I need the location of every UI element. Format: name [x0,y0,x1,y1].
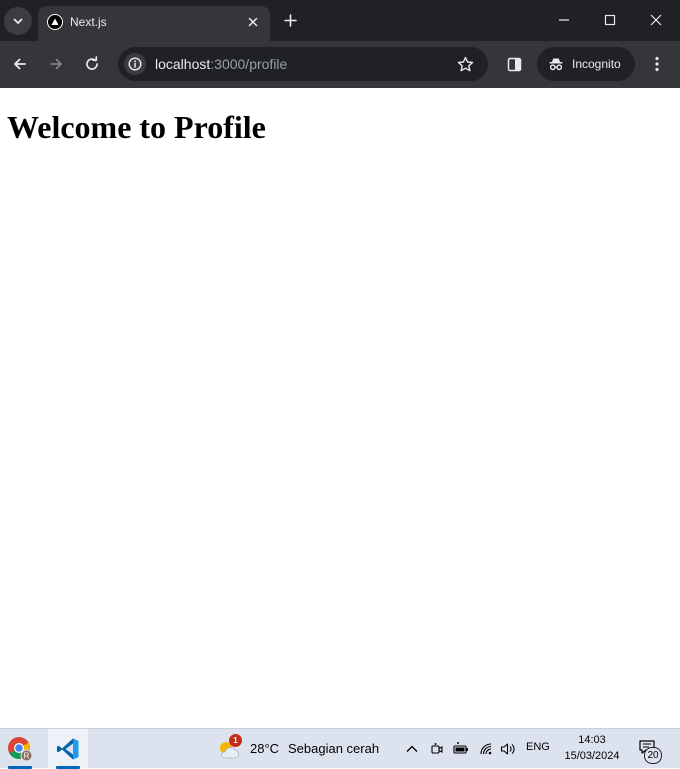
maximize-window-button[interactable] [598,8,622,32]
volume-tray-button[interactable] [499,740,517,758]
incognito-label: Incognito [572,57,621,71]
input-language-indicator[interactable]: ENG [526,741,550,753]
url-text: localhost:3000/profile [155,56,287,72]
arrow-left-icon [14,58,26,70]
close-icon [248,17,258,27]
reload-button[interactable] [81,53,103,75]
network-tray-button[interactable] [477,740,495,758]
camera-tray-button[interactable] [428,740,446,758]
url-path: :3000/profile [210,56,288,72]
minimize-window-button[interactable] [552,8,576,32]
new-tab-button[interactable] [280,10,300,30]
page-viewport: Welcome to Profile [0,88,680,728]
browser-menu-button[interactable] [647,53,667,75]
windows-taskbar: R 1 28°C Sebagian cerah ENG 14:03 15/03/… [0,728,680,769]
system-clock[interactable]: 14:03 15/03/2024 [556,732,628,764]
browser-toolbar: localhost:3000/profile Incognito [0,41,680,88]
vscode-app-icon [57,738,79,760]
back-button[interactable] [9,53,31,75]
site-info-button[interactable] [124,53,146,75]
notification-count-badge: 20 [644,747,662,764]
tab-title: Next.js [70,15,107,29]
nextjs-favicon-icon [47,14,63,30]
battery-tray-button[interactable] [452,740,470,758]
battery-icon [453,742,468,754]
side-panel-button[interactable] [504,54,524,74]
side-panel-icon [507,57,521,71]
weather-temperature: 28°C [250,741,280,756]
maximize-icon [604,14,616,26]
tab-close-button[interactable] [244,13,262,31]
notification-center-button[interactable]: 20 [636,739,664,764]
clock-date: 15/03/2024 [564,750,620,762]
weather-condition: Sebagian cerah [288,741,380,756]
browser-tab-active[interactable]: Next.js [38,6,270,41]
incognito-indicator[interactable]: Incognito [537,47,635,81]
page-heading: Welcome to Profile [7,109,266,145]
address-bar[interactable]: localhost:3000/profile [118,47,488,81]
close-icon [650,14,662,26]
chevron-up-icon [406,745,418,752]
chevron-down-icon [13,18,23,24]
arrow-right-icon [50,58,62,70]
info-icon [128,57,142,71]
wifi-icon [479,743,491,755]
reload-icon [86,56,98,70]
svg-text:R: R [24,752,30,761]
bookmark-button[interactable] [456,55,474,73]
chrome-taskbar-button[interactable]: R [0,729,40,769]
close-window-button[interactable] [644,8,668,32]
tab-search-button[interactable] [4,7,32,35]
chrome-app-icon: R [8,737,33,762]
forward-button[interactable] [45,53,67,75]
browser-tab-strip: Next.js [0,0,680,41]
more-vertical-icon [655,56,659,72]
vscode-taskbar-button[interactable] [48,729,88,769]
minimize-icon [559,19,569,21]
weather-widget[interactable]: 1 28°C Sebagian cerah [216,734,396,763]
url-host: localhost [155,56,211,72]
show-hidden-icons-button[interactable] [403,740,421,758]
camera-icon [431,743,443,754]
weather-alert-badge: 1 [229,734,242,747]
plus-icon [283,13,297,27]
star-icon [457,56,473,71]
speaker-icon [500,743,515,755]
incognito-icon [547,55,565,73]
clock-time: 14:03 [578,734,606,746]
